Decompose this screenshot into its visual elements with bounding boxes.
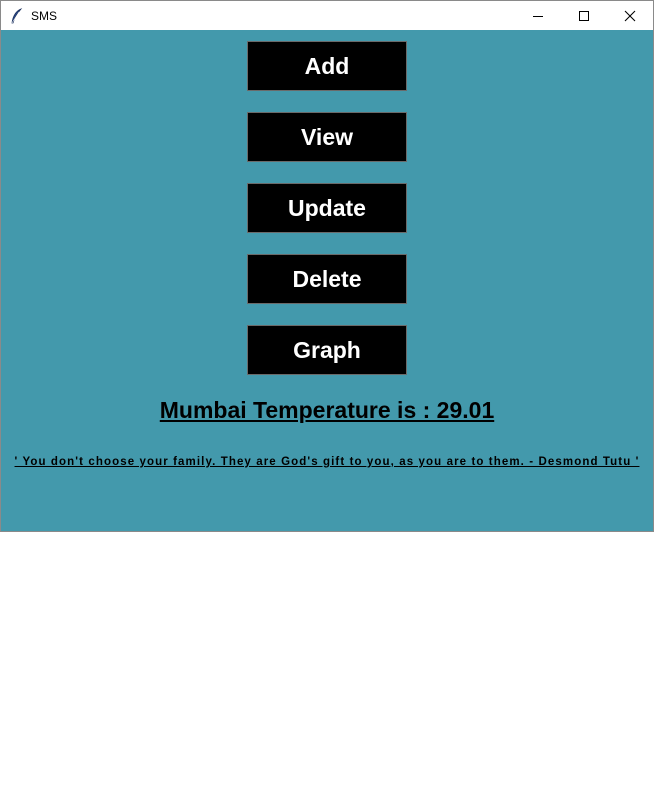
quote-label: ' You don't choose your family. They are… [14,456,640,468]
close-button[interactable] [607,1,653,30]
temperature-label: Mumbai Temperature is : 29.01 [159,397,495,423]
maximize-icon [579,10,589,21]
close-icon [624,10,636,21]
update-button[interactable]: Update [247,183,407,233]
window-controls [515,1,653,30]
minimize-button[interactable] [515,1,561,30]
delete-button[interactable]: Delete [247,254,407,304]
graph-button[interactable]: Graph [247,325,407,375]
maximize-button[interactable] [561,1,607,30]
feather-icon [9,7,25,24]
add-button[interactable]: Add [247,41,407,91]
view-button[interactable]: View [247,112,407,162]
main-content: Add View Update Delete Graph Mumbai Temp… [1,30,653,531]
minimize-icon [533,15,543,17]
window-title: SMS [31,8,58,23]
title-bar[interactable]: SMS [1,1,653,30]
app-window: SMS Add View Update Delete Graph Mumbai … [0,0,654,532]
